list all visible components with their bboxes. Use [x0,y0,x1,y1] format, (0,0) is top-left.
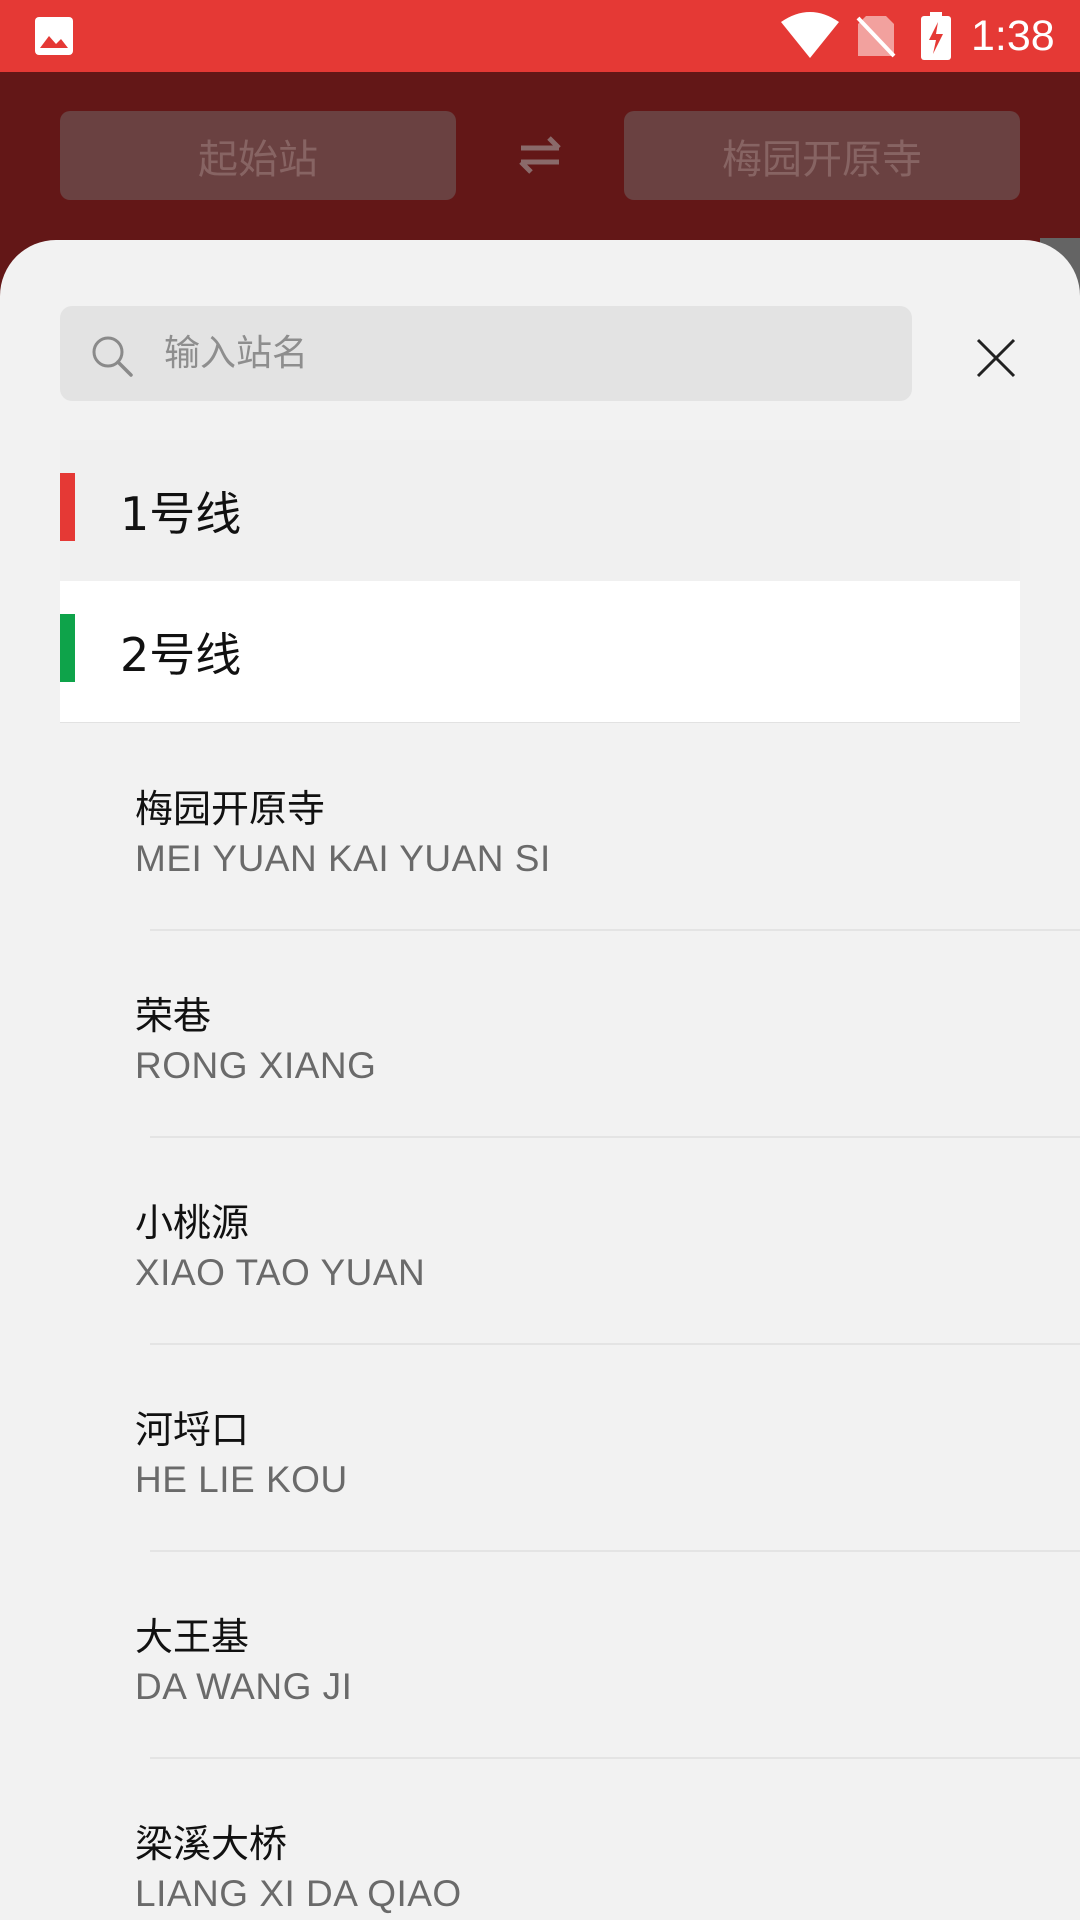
line-label: 2号线 [120,627,242,682]
line-color-bar [60,614,75,682]
to-station-button[interactable]: 梅园开原寺 [624,111,1020,200]
station-pinyin: DA WANG JI [135,1666,353,1707]
station-name: 大王基 [135,1615,250,1659]
search-box[interactable] [60,306,912,401]
station-list: 梅园开原寺 MEI YUAN KAI YUAN SI 荣巷 RONG XIANG… [0,724,1080,1920]
station-pinyin: HE LIE KOU [135,1459,348,1500]
list-item[interactable]: 梅园开原寺 MEI YUAN KAI YUAN SI [0,724,1080,931]
station-name: 小桃源 [135,1201,250,1245]
station-name: 河埒口 [135,1408,250,1452]
status-time: 1:38 [971,12,1055,60]
status-bar: 1:38 [0,0,1080,72]
station-pinyin: LIANG XI DA QIAO [135,1873,462,1914]
line-item-2[interactable]: 2号线 [60,581,1020,723]
station-pinyin: MEI YUAN KAI YUAN SI [135,838,551,879]
list-item[interactable]: 小桃源 XIAO TAO YUAN [0,1138,1080,1345]
wifi-icon [781,12,839,58]
line-item-1[interactable]: 1号线 [60,440,1020,582]
line-color-bar [60,473,75,541]
search-input[interactable] [164,306,884,401]
list-item[interactable]: 荣巷 RONG XIANG [0,931,1080,1138]
list-item[interactable]: 梁溪大桥 LIANG XI DA QIAO [0,1759,1080,1920]
swap-arrows-icon[interactable] [517,134,563,176]
station-pinyin: RONG XIANG [135,1045,377,1086]
gallery-icon [35,17,73,55]
list-item[interactable]: 河埒口 HE LIE KOU [0,1345,1080,1552]
battery-charging-icon [921,12,951,60]
search-icon [92,336,133,377]
station-name: 荣巷 [135,994,212,1038]
no-sim-icon [856,16,896,58]
station-pinyin: XIAO TAO YUAN [135,1252,426,1293]
line-label: 1号线 [120,486,242,541]
list-item[interactable]: 大王基 DA WANG JI [0,1552,1080,1759]
station-picker-sheet: 1号线 2号线 梅园开原寺 MEI YUAN KAI YUAN SI 荣巷 RO… [0,240,1080,1920]
close-icon[interactable] [970,332,1022,384]
from-station-button[interactable]: 起始站 [60,111,456,200]
station-name: 梁溪大桥 [135,1822,288,1866]
station-name: 梅园开原寺 [135,787,326,831]
